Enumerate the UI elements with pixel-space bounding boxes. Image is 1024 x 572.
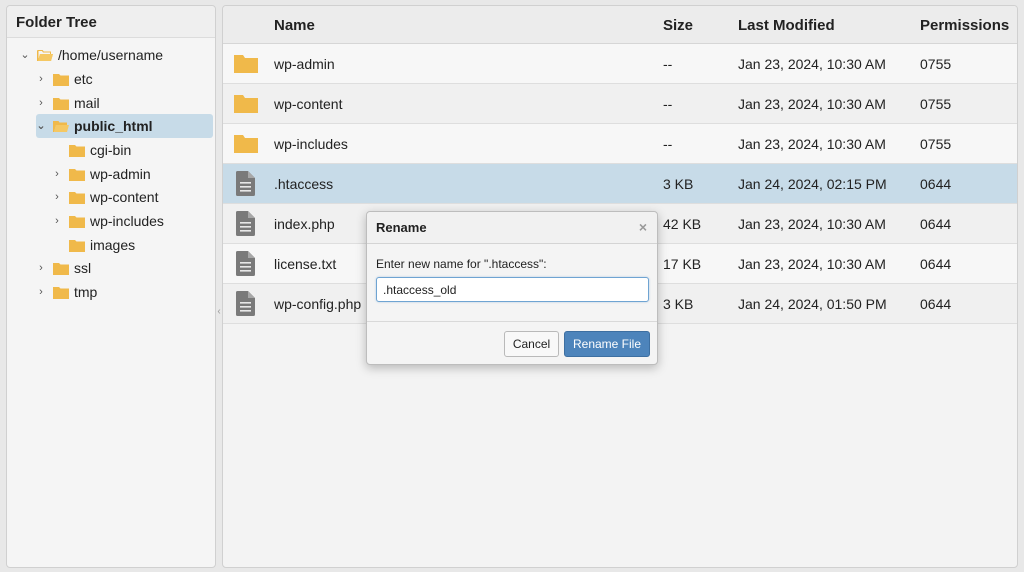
tree-node-wp-content[interactable]: › wp-content	[52, 185, 210, 209]
dialog-title: Rename	[376, 220, 427, 235]
file-modified: Jan 23, 2024, 10:30 AM	[738, 56, 886, 72]
folder-open-icon	[53, 120, 69, 133]
column-header-name[interactable]: Name	[274, 17, 315, 34]
file-size: --	[663, 96, 673, 112]
file-size: --	[663, 136, 673, 152]
close-icon[interactable]: ×	[639, 220, 647, 234]
tree-node-label: images	[90, 237, 136, 253]
tree-node-label: mail	[74, 95, 100, 111]
rename-file-button[interactable]: Rename File	[564, 331, 650, 357]
file-permissions: 0755	[920, 56, 952, 72]
rename-dialog: Rename × Enter new name for ".htaccess":…	[366, 211, 658, 365]
tree-node-ssl[interactable]: › ssl	[36, 256, 210, 280]
file-name: wp-config.php	[274, 296, 362, 312]
file-size: 3 KB	[663, 176, 694, 192]
file-size: 42 KB	[663, 216, 702, 232]
folder-icon	[69, 144, 85, 157]
tree-node-images[interactable]: images	[52, 233, 210, 257]
column-header-modified[interactable]: Last Modified	[738, 17, 835, 34]
file-name: wp-includes	[274, 136, 348, 152]
file-modified: Jan 23, 2024, 10:30 AM	[738, 136, 886, 152]
tree-node-wp-admin[interactable]: › wp-admin	[52, 162, 210, 186]
file-name: .htaccess	[274, 176, 334, 192]
file-modified: Jan 24, 2024, 02:15 PM	[738, 176, 887, 192]
file-icon	[236, 291, 255, 321]
tree-node-public-html[interactable]: ⌄ public_html	[36, 114, 213, 138]
chevron-right-icon[interactable]: ›	[36, 287, 46, 298]
folder-icon	[234, 132, 258, 159]
file-row-htaccess[interactable]: .htaccess 3 KB Jan 24, 2024, 02:15 PM 06…	[223, 164, 1017, 204]
tree-node-label: ssl	[74, 260, 92, 276]
tree-node-wp-includes[interactable]: › wp-includes	[52, 209, 210, 233]
file-size: --	[663, 56, 673, 72]
folder-icon	[69, 215, 85, 228]
file-icon	[236, 171, 255, 201]
chevron-right-icon[interactable]: ›	[52, 192, 62, 203]
folder-icon	[53, 262, 69, 275]
folder-tree-title: Folder Tree	[7, 6, 215, 38]
folder-icon	[53, 286, 69, 299]
tree-node-label: wp-includes	[90, 213, 164, 229]
cancel-button[interactable]: Cancel	[504, 331, 559, 357]
tree-node-tmp[interactable]: › tmp	[36, 280, 210, 304]
tree-node-etc[interactable]: › etc	[36, 67, 210, 91]
folder-open-icon	[37, 49, 53, 62]
column-header-permissions[interactable]: Permissions	[920, 17, 1009, 34]
file-name: wp-content	[274, 96, 343, 112]
file-modified: Jan 23, 2024, 10:30 AM	[738, 96, 886, 112]
file-row-wp-includes[interactable]: wp-includes -- Jan 23, 2024, 10:30 AM 07…	[223, 124, 1017, 164]
file-size: 17 KB	[663, 256, 702, 272]
tree-node-label: wp-admin	[90, 166, 151, 182]
folder-icon	[234, 52, 258, 79]
file-name: wp-admin	[274, 56, 335, 72]
chevron-down-icon[interactable]: ⌄	[20, 50, 30, 61]
new-name-input[interactable]	[376, 277, 649, 302]
tree-node-label: public_html	[74, 118, 153, 134]
file-list-header: Name Size Last Modified Permissions	[223, 6, 1017, 44]
file-permissions: 0644	[920, 216, 952, 232]
chevron-right-icon[interactable]: ›	[36, 263, 46, 274]
folder-icon	[69, 168, 85, 181]
file-permissions: 0644	[920, 296, 952, 312]
tree-node-label: cgi-bin	[90, 142, 132, 158]
tree-node-label: wp-content	[90, 189, 159, 205]
file-name: index.php	[274, 216, 335, 232]
file-modified: Jan 24, 2024, 01:50 PM	[738, 296, 887, 312]
folder-icon	[69, 191, 85, 204]
file-size: 3 KB	[663, 296, 694, 312]
column-header-size[interactable]: Size	[663, 17, 693, 34]
file-permissions: 0644	[920, 176, 952, 192]
dialog-header: Rename ×	[367, 212, 657, 244]
tree-node-mail[interactable]: › mail	[36, 91, 210, 115]
folder-tree-panel: Folder Tree ⌄ /home/username › etc › mai…	[6, 5, 216, 568]
folder-icon	[53, 73, 69, 86]
chevron-right-icon[interactable]: ›	[36, 74, 46, 85]
file-permissions: 0755	[920, 136, 952, 152]
file-modified: Jan 23, 2024, 10:30 AM	[738, 216, 886, 232]
tree-node-cgi-bin[interactable]: cgi-bin	[52, 138, 210, 162]
chevron-right-icon[interactable]: ›	[36, 98, 46, 109]
tree-node-label: /home/username	[58, 47, 164, 63]
chevron-down-icon[interactable]: ⌄	[36, 121, 46, 132]
tree-node-label: tmp	[74, 284, 98, 300]
file-icon	[236, 211, 255, 241]
tree-node-label: etc	[74, 71, 93, 87]
chevron-right-icon[interactable]: ›	[52, 216, 62, 227]
file-name: license.txt	[274, 256, 337, 272]
file-permissions: 0644	[920, 256, 952, 272]
chevron-right-icon[interactable]: ›	[52, 169, 62, 180]
file-permissions: 0755	[920, 96, 952, 112]
folder-icon	[53, 97, 69, 110]
file-row-wp-content[interactable]: wp-content -- Jan 23, 2024, 10:30 AM 075…	[223, 84, 1017, 124]
dialog-divider	[367, 321, 657, 322]
tree-node-home[interactable]: ⌄ /home/username	[20, 43, 210, 67]
folder-icon	[69, 239, 85, 252]
file-row-wp-admin[interactable]: wp-admin -- Jan 23, 2024, 10:30 AM 0755	[223, 44, 1017, 84]
rename-prompt: Enter new name for ".htaccess":	[376, 257, 547, 271]
file-icon	[236, 251, 255, 281]
folder-icon	[234, 92, 258, 119]
file-modified: Jan 23, 2024, 10:30 AM	[738, 256, 886, 272]
